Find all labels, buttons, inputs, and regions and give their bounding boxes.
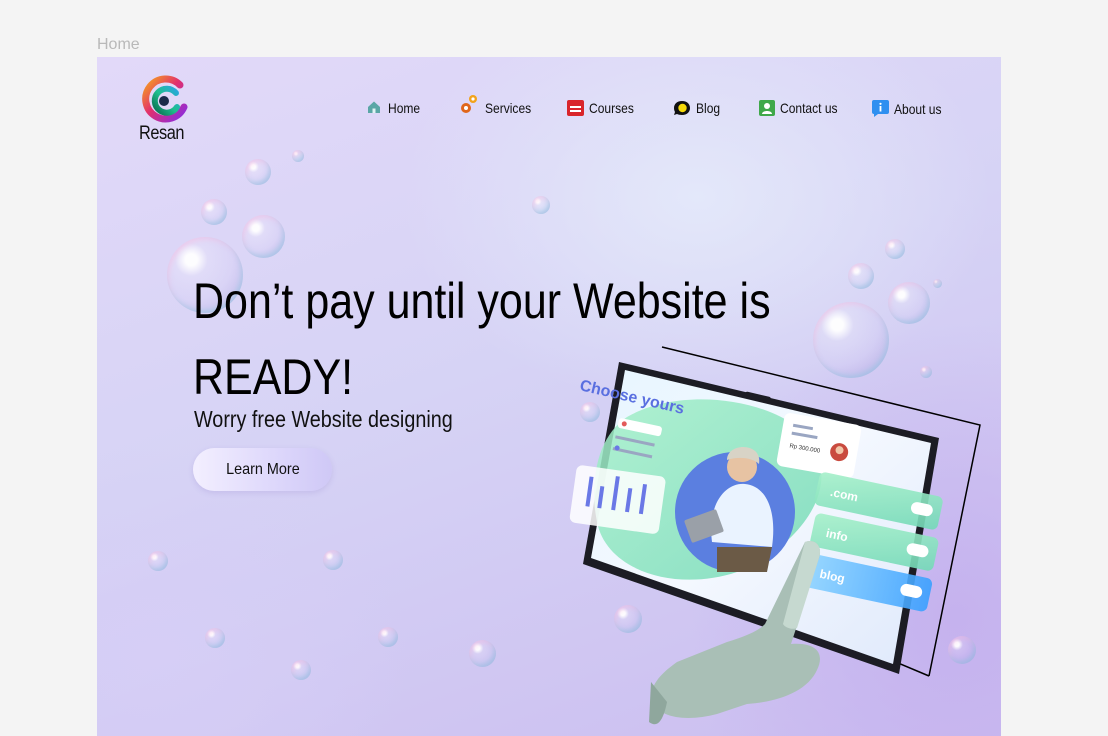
bubble: [885, 239, 905, 259]
nav-item-about[interactable]: About us: [872, 100, 949, 117]
nav-label-blog: Blog: [696, 100, 721, 116]
bubble: [532, 196, 550, 214]
bubble: [378, 627, 398, 647]
nav-label-services: Services: [485, 100, 532, 116]
bubble: [323, 550, 343, 570]
bubble: [245, 159, 271, 185]
gears-icon: [459, 93, 480, 115]
learn-more-button[interactable]: Learn More: [193, 448, 332, 491]
info-icon: [872, 100, 889, 117]
bubble: [848, 263, 874, 289]
stats-card: [569, 465, 666, 534]
nav-item-contact[interactable]: Contact us: [759, 100, 847, 116]
contact-icon: [759, 100, 775, 116]
bubble: [469, 640, 496, 667]
nav-item-courses[interactable]: Courses: [567, 100, 641, 116]
bubble: [201, 199, 227, 225]
tablet-illustration: Choose yours Rp 300.000 .com info blog: [569, 346, 981, 725]
nav-label-about: About us: [894, 100, 942, 117]
nav-label-home: Home: [388, 100, 421, 116]
landing-page-frame: Resan Home Services Courses Blog Contact…: [97, 57, 1001, 736]
nav-label-contact: Contact us: [780, 100, 838, 116]
learn-more-label: Learn More: [225, 460, 300, 478]
nav-label-courses: Courses: [589, 100, 634, 116]
hero-headline-line1: Don’t pay until your Website is: [193, 273, 771, 329]
bubble: [205, 628, 225, 648]
bubble: [888, 282, 930, 324]
home-icon: [367, 100, 383, 116]
blog-chat-icon: [673, 100, 691, 116]
brand-logo[interactable]: Resan: [137, 75, 191, 145]
bubble: [242, 215, 285, 258]
brand-logo-mark: [142, 75, 188, 123]
nav-item-services[interactable]: Services: [459, 91, 539, 116]
hero-illustration: Choose yours Rp 300.000 .com info blog: [567, 342, 987, 732]
nav-item-blog[interactable]: Blog: [673, 100, 724, 116]
nav-item-home[interactable]: Home: [367, 100, 425, 116]
brand-name: Resan: [139, 123, 185, 144]
bubble: [148, 551, 168, 571]
bubble: [292, 150, 304, 162]
page-label: Home: [97, 36, 140, 53]
courses-icon: [567, 100, 584, 116]
bubble: [933, 279, 942, 288]
bubble: [291, 660, 311, 680]
hero-subtitle: Worry free Website designing: [194, 406, 453, 432]
